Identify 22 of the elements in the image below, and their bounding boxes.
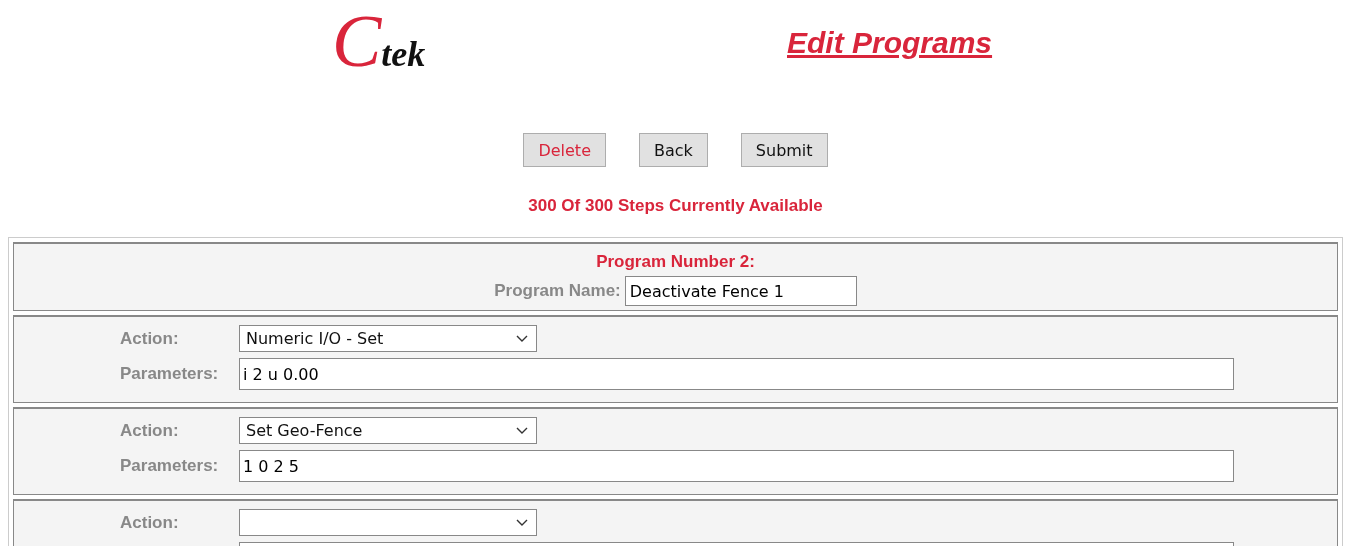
logo: Ctek — [332, 4, 426, 78]
parameters-field[interactable]: 1 0 2 5 — [239, 450, 1234, 482]
parameters-label: Parameters: — [119, 364, 220, 384]
chevron-down-icon — [516, 426, 528, 435]
program-name-label: Program Name: — [494, 281, 621, 301]
page-title[interactable]: Edit Programs — [787, 26, 993, 60]
action-label: Action: — [119, 512, 180, 533]
chevron-down-icon — [516, 518, 528, 527]
form-button[interactable]: Submit — [740, 133, 828, 167]
parameters-label: Parameters: — [119, 456, 220, 476]
form-button[interactable]: Back — [639, 133, 708, 167]
action-label: Action: — [119, 420, 180, 441]
action-label: Action: — [119, 328, 180, 349]
delete-button[interactable]: Delete — [523, 133, 606, 167]
parameters-field[interactable]: i 2 u 0.00 — [239, 358, 1234, 390]
action-select[interactable]: Numeric I/O - Set — [239, 325, 537, 352]
program-number-label: Program Number 2: — [595, 252, 756, 272]
action-select[interactable] — [239, 509, 537, 536]
chevron-down-icon — [516, 334, 528, 343]
steps-available-text: 300 Of 300 Steps Currently Available — [527, 196, 824, 216]
program-name-field[interactable]: Deactivate Fence 1 — [624, 276, 857, 306]
action-select[interactable]: Set Geo-Fence — [239, 417, 537, 444]
